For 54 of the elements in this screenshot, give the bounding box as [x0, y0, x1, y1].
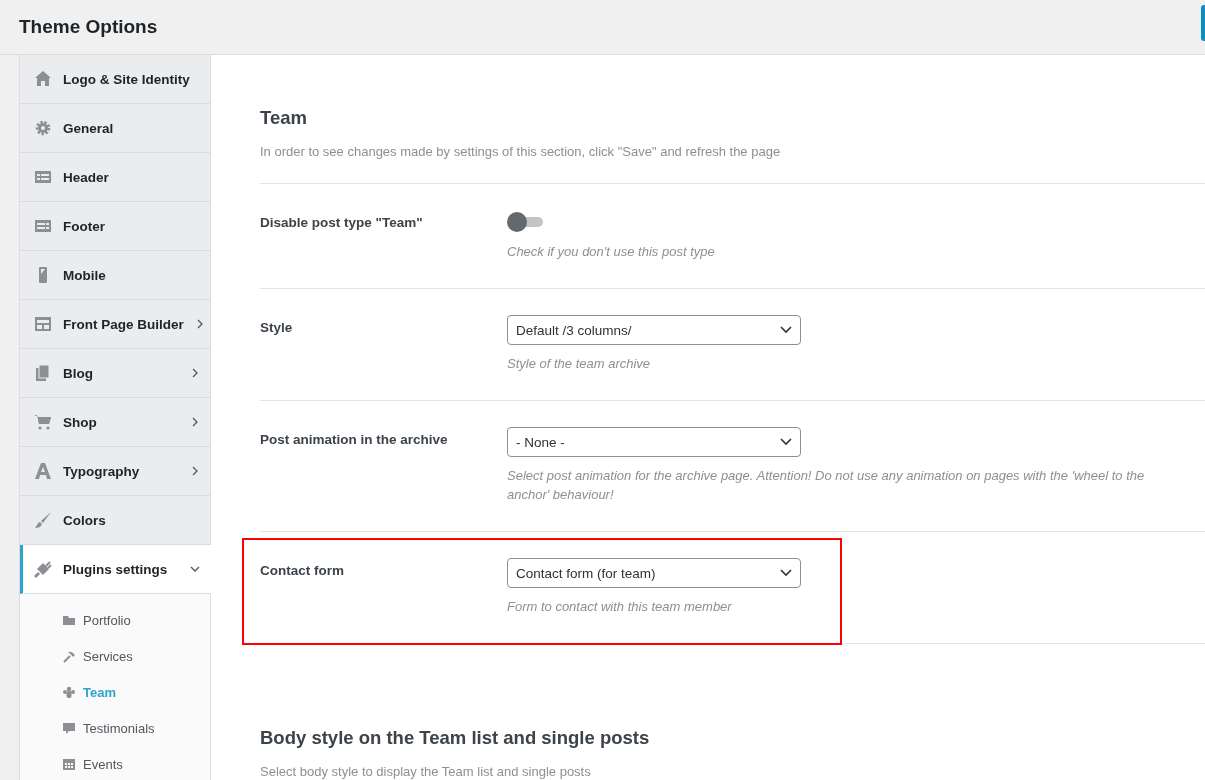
caret-icon [780, 438, 792, 446]
help-text: Style of the team archive [507, 355, 652, 373]
sidebar-item[interactable]: Blog [20, 349, 211, 398]
submenu-item[interactable]: Testimonials [20, 710, 210, 746]
chevron-icon [190, 417, 200, 427]
submenu-icon [62, 721, 76, 735]
sidebar-icon [34, 511, 52, 529]
section-title: Body style on the Team list and single posts [260, 727, 651, 749]
sidebar-item[interactable]: Shop [20, 398, 211, 447]
submenu-item[interactable]: Services [20, 638, 210, 674]
sidebar-icon [34, 70, 52, 88]
sidebar-item[interactable]: Mobile [20, 251, 211, 300]
setting-label: Style [260, 319, 294, 337]
submenu-icon [62, 685, 76, 699]
setting-label: Post animation in the archive [260, 431, 449, 449]
submenu-item[interactable]: Portfolio [20, 602, 210, 638]
sidebar-icon [34, 315, 52, 333]
sidebar-item[interactable]: Header [20, 153, 211, 202]
caret-icon [780, 326, 792, 334]
sidebar-item[interactable]: Front Page Builder [20, 300, 211, 349]
page-title: Theme Options [19, 16, 158, 38]
sidebar-item[interactable]: Typography [20, 447, 211, 496]
submenu-icon [62, 757, 76, 771]
sidebar-icon [34, 462, 52, 480]
help-text: Form to contact with this team member [507, 598, 733, 616]
submenu-item[interactable]: Events [20, 746, 210, 780]
select-dropdown[interactable]: - None - [507, 427, 801, 457]
sidebar-icon [34, 364, 52, 382]
chevron-icon [190, 368, 200, 378]
help-text: Select post animation for the archive page. Attention! Do not use any animation on pages with the 'wheel to the anchor' behaviour! [507, 467, 1146, 504]
caret-icon [780, 569, 792, 577]
sidebar-icon [34, 217, 52, 235]
sidebar-icon [34, 560, 52, 578]
sidebar-item[interactable]: Footer [20, 202, 211, 251]
chevron-icon [190, 466, 200, 476]
sidebar-item[interactable]: Logo & Site Identity [20, 55, 211, 104]
submenu-icon [62, 649, 76, 663]
toggle-switch[interactable] [507, 211, 543, 233]
setting-label: Disable post type "Team" [260, 214, 424, 232]
sidebar-item[interactable]: Colors [20, 496, 211, 545]
sidebar-icon [34, 119, 52, 137]
setting-label: Contact form [260, 562, 345, 580]
sidebar-icon [34, 413, 52, 431]
chevron-icon [190, 564, 200, 574]
section-title: Team [260, 107, 308, 129]
sidebar-item[interactable]: General [20, 104, 211, 153]
select-dropdown[interactable]: Contact form (for team) [507, 558, 801, 588]
sidebar-item[interactable]: Plugins settings [20, 545, 211, 594]
section-description: Select body style to display the Team list and single posts [260, 764, 592, 779]
sidebar-icon [34, 168, 52, 186]
section-description: In order to see changes made by settings of this section, click "Save" and refresh the page [260, 144, 782, 159]
help-text: Check if you don't use this post type [507, 243, 716, 261]
select-dropdown[interactable]: Default /3 columns/ [507, 315, 801, 345]
submenu-icon [62, 613, 76, 627]
